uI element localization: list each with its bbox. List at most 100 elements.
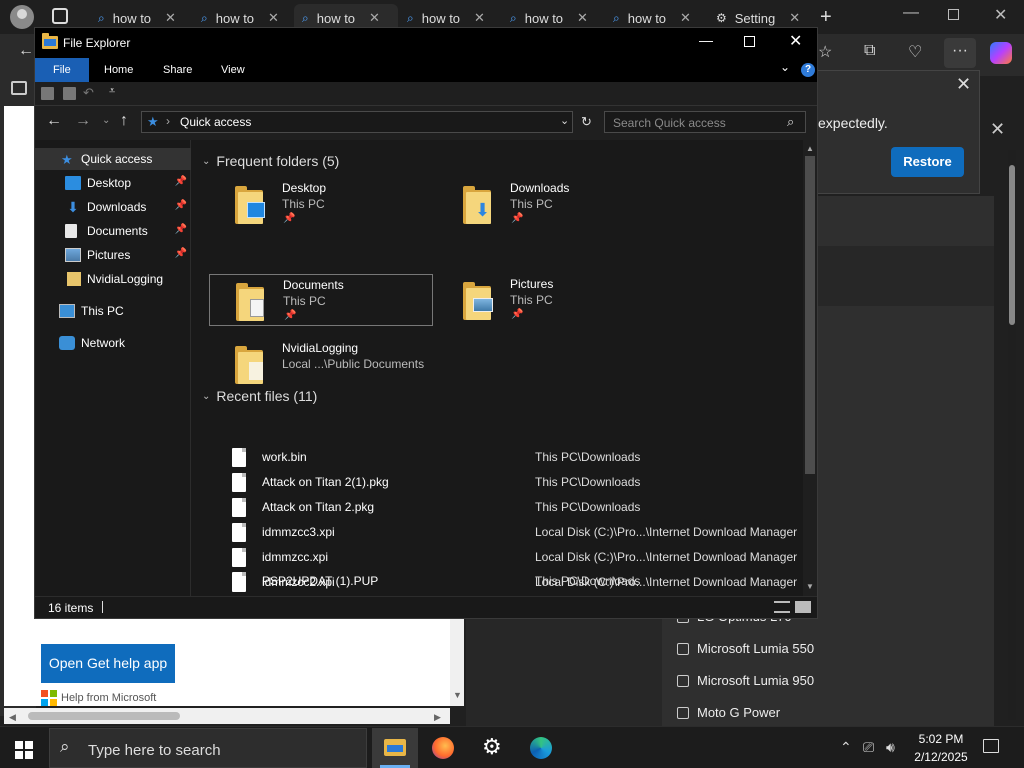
clock-time[interactable]: 5:02 PM [912, 732, 970, 746]
nav-item-pictures[interactable]: Pictures 📌 [35, 244, 191, 266]
tab-actions-icon[interactable] [52, 8, 68, 24]
nav-item-this-pc[interactable]: This PC [35, 300, 191, 322]
search-placeholder: Type here to search [88, 742, 221, 759]
nav-item-desktop[interactable]: Desktop 📌 [35, 172, 191, 194]
undo-icon[interactable]: ↶ [83, 85, 94, 101]
taskbar-settings[interactable]: ⚙ [470, 728, 516, 768]
close-icon[interactable]: ✕ [789, 10, 800, 26]
scroll-down-icon[interactable]: ▼ [453, 690, 462, 700]
more-options-button[interactable]: ··· [944, 38, 976, 68]
search-input[interactable]: Search Quick access ⌕ [604, 111, 806, 133]
nav-item-quick-access[interactable]: ★ Quick access [35, 148, 191, 170]
checkbox[interactable] [677, 706, 689, 719]
help-icon[interactable]: ? [801, 63, 815, 77]
tab-file[interactable]: File [35, 58, 89, 82]
taskbar-firefox[interactable] [420, 728, 466, 768]
tab-share[interactable]: Share [157, 58, 198, 82]
minimize-button[interactable]: — [699, 32, 713, 48]
open-get-help-button[interactable]: Open Get help app [41, 644, 175, 683]
back-icon[interactable]: ← [46, 112, 62, 130]
recent-file-row[interactable]: work.bin This PC\Downloads [232, 445, 792, 469]
up-icon[interactable]: ↑ [120, 112, 128, 130]
maximize-button[interactable] [744, 36, 755, 47]
tab-view[interactable]: View [215, 58, 251, 82]
folder-icon[interactable] [11, 81, 27, 95]
close-icon[interactable]: ✕ [268, 10, 279, 26]
nav-item-network[interactable]: Network [35, 332, 191, 354]
collections-icon[interactable]: ⧉ [864, 42, 875, 60]
start-button[interactable] [15, 741, 33, 759]
chevron-up-icon[interactable]: ⌃ [840, 739, 852, 756]
customize-toolbar-icon[interactable]: ⩡ [109, 85, 115, 98]
profile-avatar[interactable] [10, 5, 34, 29]
clock-date[interactable]: 2/12/2025 [912, 750, 970, 764]
close-icon[interactable]: ✕ [956, 74, 971, 95]
folder-tile-nvidialogging[interactable]: NvidiaLogging Local ...\Public Documents [209, 338, 433, 390]
nav-item-nvidialogging[interactable]: NvidiaLogging [35, 268, 191, 290]
maximize-button[interactable] [948, 9, 959, 20]
properties-icon[interactable] [41, 87, 54, 100]
close-icon[interactable]: ✕ [680, 10, 691, 26]
minimize-button[interactable]: — [903, 4, 919, 22]
device-checkbox[interactable]: Microsoft Lumia 550 [677, 641, 814, 656]
taskbar-search-input[interactable]: ⌕ Type here to search [49, 728, 367, 768]
recent-files-header[interactable]: ⌄ Recent files (11) [202, 388, 317, 404]
device-checkbox[interactable]: Moto G Power [677, 705, 780, 720]
nav-item-downloads[interactable]: ⬇ Downloads 📌 [35, 196, 191, 218]
scroll-thumb[interactable] [805, 156, 815, 474]
restore-button[interactable]: Restore [891, 147, 964, 177]
close-icon[interactable]: ✕ [369, 10, 380, 26]
checkbox[interactable] [677, 642, 689, 655]
scroll-up-icon[interactable]: ▲ [806, 144, 814, 153]
folder-tile-desktop[interactable]: Desktop This PC 📌 [209, 178, 433, 230]
checkbox[interactable] [677, 674, 689, 687]
large-icons-view-icon[interactable] [795, 601, 811, 613]
scroll-down-icon[interactable]: ▼ [806, 582, 814, 591]
close-icon[interactable]: ✕ [165, 10, 176, 26]
recent-locations-icon[interactable]: ⌄ [102, 115, 110, 126]
recent-file-row[interactable]: Attack on Titan 2(1).pkg This PC\Downloa… [232, 470, 792, 494]
favorites-icon[interactable]: ☆ [818, 42, 832, 62]
new-tab-button[interactable]: + [820, 6, 832, 29]
folder-tile-downloads[interactable]: ⬇ Downloads This PC 📌 [437, 178, 661, 230]
close-button[interactable]: ✕ [789, 31, 802, 51]
copilot-icon[interactable] [990, 42, 1012, 64]
notifications-icon[interactable] [983, 739, 999, 753]
close-window-button[interactable]: ✕ [994, 5, 1007, 25]
folder-tile-documents[interactable]: Documents This PC 📌 [209, 274, 433, 326]
nav-item-documents[interactable]: Documents 📌 [35, 220, 191, 242]
recent-file-row[interactable]: idmmzcc3.xpi Local Disk (C:)\Pro...\Inte… [232, 520, 797, 544]
recent-file-row[interactable]: Attack on Titan 2.pkg This PC\Downloads [232, 495, 792, 519]
back-icon[interactable]: ← [18, 42, 34, 60]
recent-file-row[interactable]: idmmzcc.xpi Local Disk (C:)\Pro...\Inter… [232, 545, 797, 569]
device-checkbox[interactable]: Microsoft Lumia 950 [677, 673, 814, 688]
recent-file-row[interactable]: PSP2UPDAT (1).PUP This PC\Downloads [232, 569, 792, 593]
forward-icon[interactable]: → [75, 112, 91, 130]
search-icon[interactable]: ⌕ [787, 114, 794, 130]
folder-tile-pictures[interactable]: Pictures This PC 📌 [437, 274, 661, 326]
close-icon[interactable]: ✕ [577, 10, 588, 26]
address-bar[interactable]: ★ › Quick access ⌄ [141, 111, 573, 133]
volume-icon[interactable]: 🔊︎ [886, 739, 895, 756]
navigation-bar: ← → ⌄ ↑ ★ › Quick access ⌄ ↻ Search Quic… [35, 106, 817, 140]
scroll-thumb[interactable] [28, 712, 180, 720]
file-name: idmmzcc3.xpi [262, 525, 335, 539]
close-icon[interactable]: ✕ [474, 10, 485, 26]
taskbar-edge[interactable] [518, 728, 564, 768]
close-icon[interactable]: ✕ [990, 119, 1005, 140]
chevron-down-icon[interactable]: ⌄ [560, 114, 569, 127]
frequent-folders-header[interactable]: ⌄ Frequent folders (5) [202, 153, 339, 169]
scroll-right-icon[interactable]: ▶ [434, 712, 441, 723]
details-view-icon[interactable] [774, 601, 790, 613]
network-icon[interactable]: ⎚ [863, 739, 874, 756]
scroll-left-icon[interactable]: ◀ [9, 712, 16, 723]
taskbar-file-explorer[interactable] [372, 728, 418, 768]
browser-essentials-icon[interactable]: ♡ [908, 42, 922, 62]
file-path: Local Disk (C:)\Pro...\Internet Download… [535, 525, 798, 539]
new-folder-icon[interactable] [63, 87, 76, 100]
expand-ribbon-icon[interactable]: ⌄ [780, 60, 790, 74]
scroll-thumb[interactable] [1009, 165, 1015, 325]
tab-home[interactable]: Home [98, 58, 139, 82]
chevron-right-icon[interactable]: › [166, 114, 170, 128]
refresh-icon[interactable]: ↻ [581, 114, 592, 130]
